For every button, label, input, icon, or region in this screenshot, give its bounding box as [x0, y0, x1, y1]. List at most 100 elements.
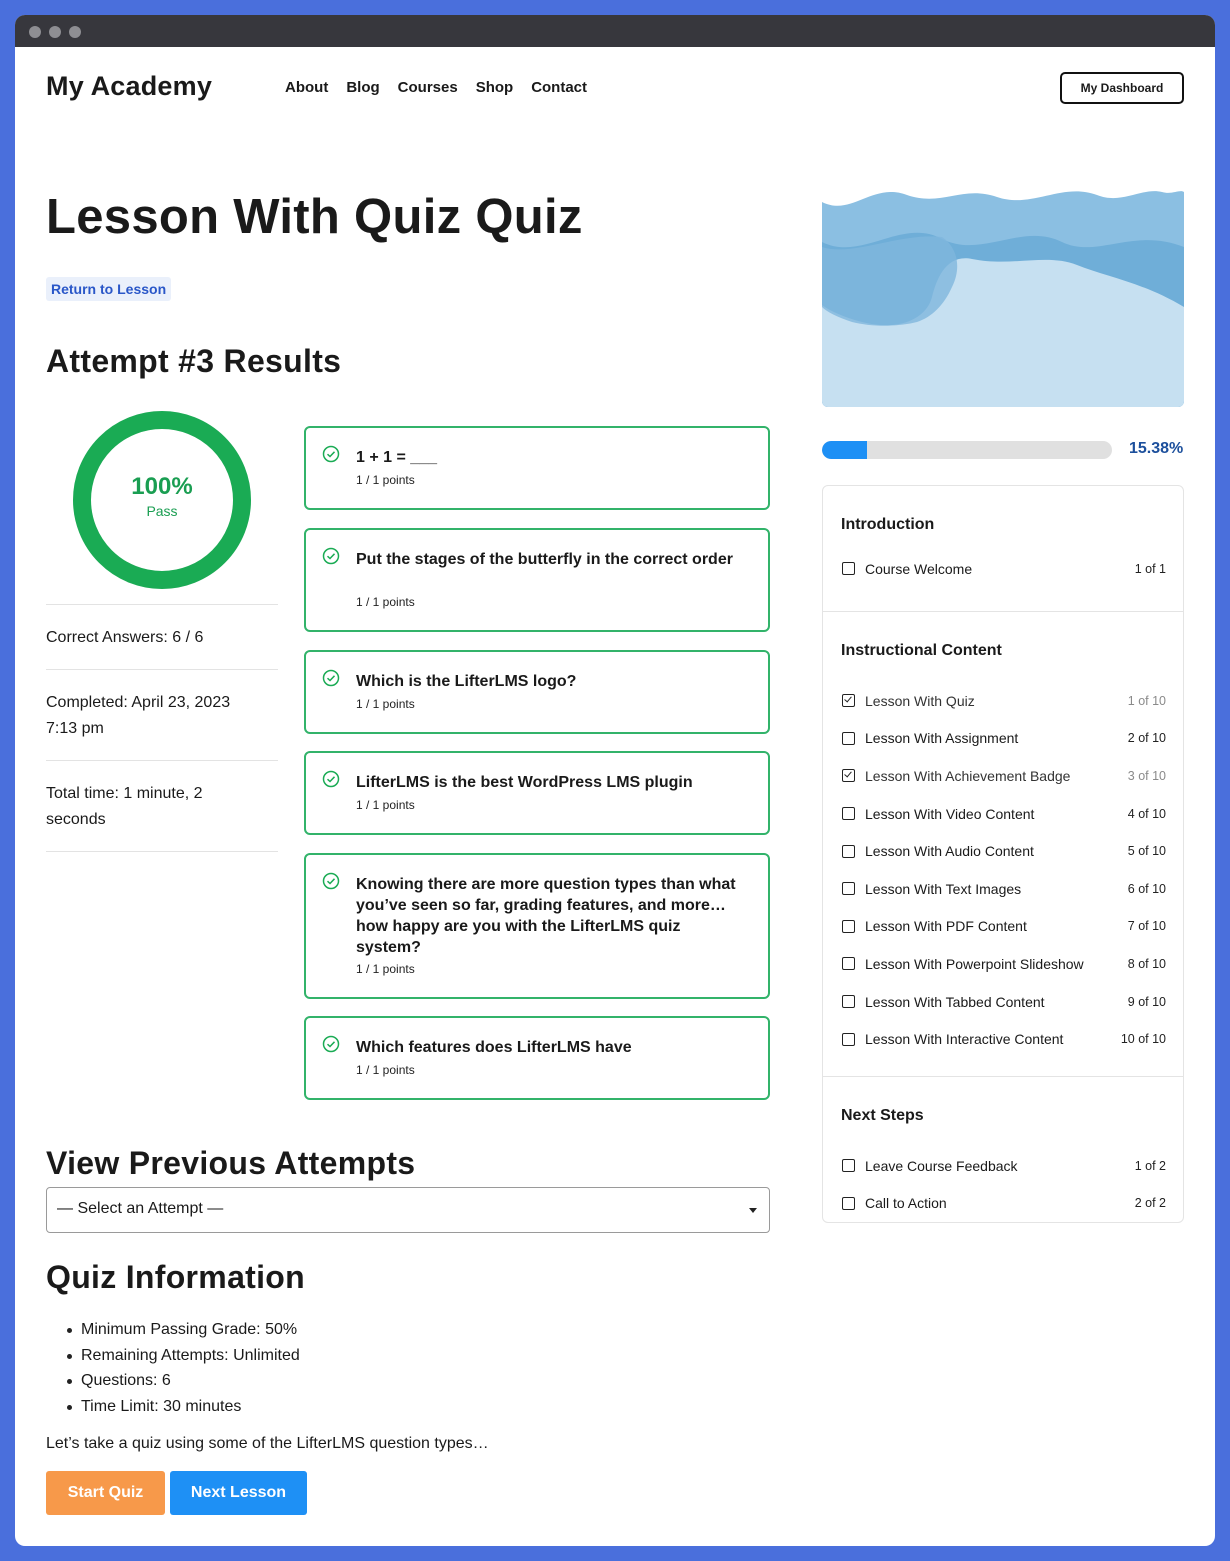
section-title: Introduction — [841, 516, 935, 533]
checkbox-checked-icon — [842, 694, 855, 708]
checkbox-icon — [842, 844, 855, 858]
question-points: 1 / 1 points — [356, 962, 415, 976]
question-points: 1 / 1 points — [356, 697, 415, 711]
nav-item-contact[interactable]: Contact — [531, 79, 587, 96]
checkbox-icon — [842, 731, 855, 745]
checkbox-icon — [842, 919, 855, 933]
checkbox-icon — [842, 1159, 855, 1173]
previous-attempts-heading: View Previous Attempts — [46, 1145, 416, 1181]
lesson-count: 1 of 10 — [1127, 693, 1166, 708]
question-card[interactable]: Which is the LifterLMS logo? 1 / 1 point… — [304, 650, 770, 734]
nav-item-shop[interactable]: Shop — [476, 79, 514, 96]
lesson-count: 8 of 10 — [1127, 956, 1166, 971]
question-card[interactable]: Knowing there are more question types th… — [304, 853, 770, 999]
window-minimize-dot[interactable] — [49, 26, 61, 38]
quiz-info-list: Minimum Passing Grade: 50% Remaining Att… — [65, 1317, 300, 1419]
window-close-dot[interactable] — [29, 26, 41, 38]
lesson-item[interactable]: Leave Course Feedback 1 of 2 — [823, 1147, 1183, 1185]
lesson-item[interactable]: Lesson With Interactive Content 10 of 10 — [823, 1020, 1183, 1058]
lesson-item[interactable]: Lesson With Video Content 4 of 10 — [823, 795, 1183, 833]
lesson-count: 9 of 10 — [1127, 994, 1166, 1009]
checkbox-icon — [842, 957, 855, 971]
question-points: 1 / 1 points — [356, 595, 415, 609]
grade-ring: 100% Pass — [72, 410, 252, 590]
lesson-name: Lesson With Assignment — [865, 730, 1019, 747]
course-outline: Introduction Course Welcome 1 of 1 Instr… — [822, 485, 1184, 1223]
attempt-heading: Attempt #3 Results — [46, 343, 342, 379]
question-card[interactable]: LifterLMS is the best WordPress LMS plug… — [304, 751, 770, 835]
checkbox-checked-icon — [842, 769, 855, 783]
quiz-info-heading: Quiz Information — [46, 1259, 306, 1295]
attempt-select[interactable]: — Select an Attempt — — [46, 1187, 770, 1233]
wave-illustration — [822, 187, 1184, 407]
question-card[interactable]: Which features does LifterLMS have 1 / 1… — [304, 1016, 770, 1100]
lesson-name: Lesson With PDF Content — [865, 918, 1027, 935]
lesson-count: 1 of 2 — [1134, 1158, 1166, 1173]
checkbox-icon — [842, 1196, 855, 1210]
browser-window: My Academy About Blog Courses Shop Conta… — [15, 15, 1215, 1546]
lesson-item[interactable]: Lesson With Assignment 2 of 10 — [823, 720, 1183, 758]
question-title: Knowing there are more question types th… — [356, 876, 736, 956]
site-logo[interactable]: My Academy — [46, 71, 212, 102]
lesson-count: 6 of 10 — [1127, 881, 1166, 896]
outline-section: Introduction Course Welcome 1 of 1 — [823, 486, 1183, 612]
stat-completed: Completed: April 23, 2023 7:13 pm — [46, 669, 278, 760]
lesson-name: Lesson With Audio Content — [865, 843, 1034, 860]
course-progress-bar — [822, 441, 1112, 459]
lesson-name: Course Welcome — [865, 560, 973, 577]
grade-percent: 100% — [131, 473, 193, 500]
lesson-count: 2 of 2 — [1134, 1196, 1166, 1211]
return-to-lesson-link[interactable]: Return to Lesson — [46, 277, 172, 301]
lesson-name: Lesson With Powerpoint Slideshow — [865, 955, 1084, 972]
lesson-item[interactable]: Lesson With Tabbed Content 9 of 10 — [823, 983, 1183, 1021]
course-progress-percent: 15.38% — [1129, 440, 1184, 457]
question-title: Which features does LifterLMS have — [356, 1039, 632, 1056]
lesson-name: Lesson With Text Images — [865, 880, 1022, 897]
nav-item-courses[interactable]: Courses — [398, 79, 458, 96]
question-points: 1 / 1 points — [356, 473, 415, 487]
question-card[interactable]: Put the stages of the butterfly in the c… — [304, 528, 770, 632]
my-dashboard-button[interactable]: My Dashboard — [1060, 72, 1184, 104]
check-circle-icon — [322, 547, 340, 565]
nav-item-blog[interactable]: Blog — [346, 79, 379, 96]
stat-total-time: Total time: 1 minute, 2 seconds — [46, 760, 278, 852]
quiz-info-item: Questions: 6 — [65, 1368, 300, 1394]
main-nav: About Blog Courses Shop Contact — [285, 79, 587, 96]
lesson-item[interactable]: Lesson With Achievement Badge 3 of 10 — [823, 757, 1183, 795]
lesson-item[interactable]: Lesson With Audio Content 5 of 10 — [823, 832, 1183, 870]
start-quiz-button[interactable]: Start Quiz — [46, 1471, 165, 1515]
lesson-item[interactable]: Lesson With Text Images 6 of 10 — [823, 870, 1183, 908]
grade-status: Pass — [146, 503, 178, 519]
quiz-info-item: Remaining Attempts: Unlimited — [65, 1343, 300, 1369]
page-content: My Academy About Blog Courses Shop Conta… — [15, 47, 1215, 1546]
lesson-item[interactable]: Lesson With Powerpoint Slideshow 8 of 10 — [823, 945, 1183, 983]
lesson-item[interactable]: Lesson With Quiz 1 of 10 — [823, 682, 1183, 720]
lesson-count: 5 of 10 — [1127, 844, 1166, 859]
question-title: Which is the LifterLMS logo? — [356, 673, 577, 690]
checkbox-icon — [842, 882, 855, 896]
lesson-item[interactable]: Course Welcome 1 of 1 — [823, 550, 1183, 588]
question-title: 1 + 1 = ___ — [356, 449, 437, 466]
quiz-info-item: Minimum Passing Grade: 50% — [65, 1317, 300, 1343]
window-maximize-dot[interactable] — [69, 26, 81, 38]
attempt-stats: Correct Answers: 6 / 6 Completed: April … — [46, 604, 278, 852]
stat-correct-answers: Correct Answers: 6 / 6 — [46, 604, 278, 669]
checkbox-icon — [842, 562, 855, 576]
attempt-select-value: — Select an Attempt — — [57, 1200, 224, 1217]
checkbox-icon — [842, 1032, 855, 1046]
lesson-name: Lesson With Quiz — [865, 692, 975, 709]
next-lesson-button[interactable]: Next Lesson — [170, 1471, 307, 1515]
lesson-name: Call to Action — [865, 1195, 947, 1212]
nav-item-about[interactable]: About — [285, 79, 328, 96]
lesson-count: 3 of 10 — [1127, 768, 1166, 783]
lesson-item[interactable]: Call to Action 2 of 2 — [823, 1185, 1183, 1223]
lesson-count: 7 of 10 — [1127, 919, 1166, 934]
course-featured-image — [822, 187, 1184, 407]
lesson-item[interactable]: Lesson With PDF Content 7 of 10 — [823, 908, 1183, 946]
check-circle-icon — [322, 872, 340, 890]
lesson-count: 1 of 1 — [1134, 561, 1166, 576]
section-title: Next Steps — [841, 1107, 924, 1124]
window-titlebar — [15, 15, 1215, 47]
question-card[interactable]: 1 + 1 = ___ 1 / 1 points — [304, 426, 770, 510]
course-progress-fill — [822, 441, 867, 459]
